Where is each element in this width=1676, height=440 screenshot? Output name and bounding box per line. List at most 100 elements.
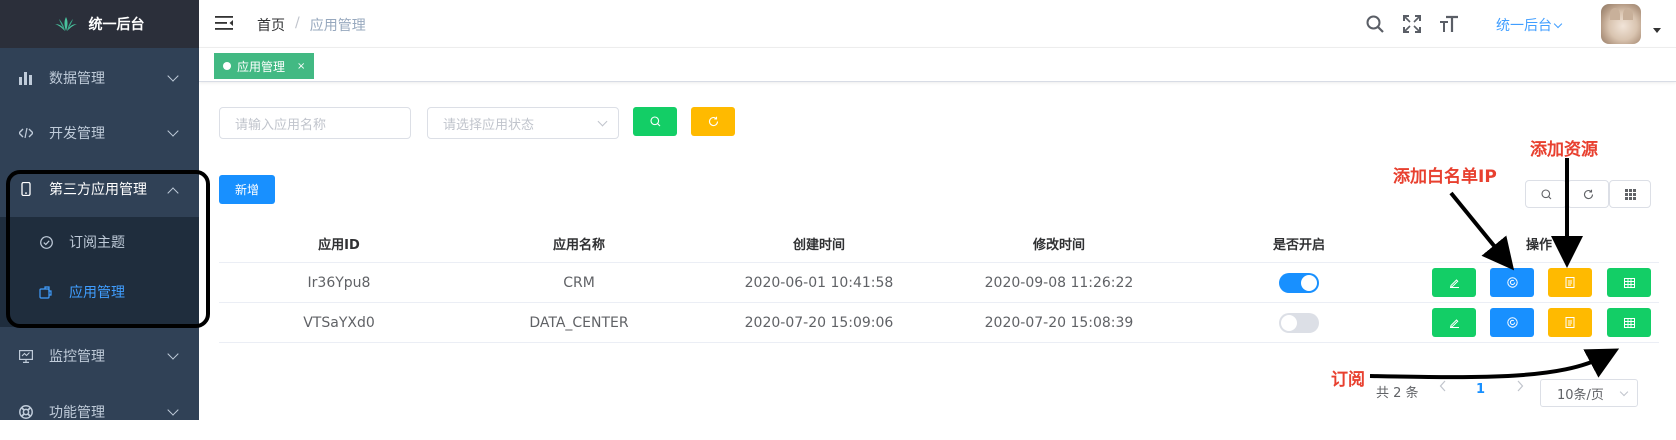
app-status-select[interactable]: 请选择应用状态: [427, 107, 619, 139]
chevron-down-icon: [167, 125, 179, 137]
search-icon[interactable]: [1365, 14, 1385, 34]
edit-icon: [1449, 319, 1459, 328]
breadcrumb: 首页 / 应用管理: [257, 15, 366, 35]
avatar[interactable]: [1601, 4, 1641, 44]
subscribe-button[interactable]: [1607, 268, 1651, 297]
tag-app-management[interactable]: 应用管理 ×: [214, 53, 315, 79]
chevron-down-icon: [167, 348, 179, 360]
lifebuoy-icon: [18, 404, 34, 420]
document-icon: [1565, 277, 1575, 288]
column-header: 修改时间: [1032, 237, 1085, 253]
breadcrumb-home[interactable]: 首页: [257, 15, 285, 35]
monitor-icon: [18, 348, 34, 364]
search-icon: [649, 116, 660, 127]
sidebar-item-monitor-management[interactable]: 监控管理: [0, 328, 199, 384]
refresh-circle-icon: [1506, 277, 1518, 288]
sidebar-item-feature-management[interactable]: 功能管理: [0, 384, 199, 440]
app-name-placeholder: 请输入应用名称: [235, 117, 327, 133]
pagination-total: 共 2 条: [1376, 386, 1419, 401]
subscribe-button[interactable]: [1607, 308, 1651, 337]
column-header: 应用ID: [318, 237, 360, 253]
add-resource-button[interactable]: [1548, 308, 1592, 337]
hamburger-icon[interactable]: [215, 15, 233, 31]
page-size-value: 10条/页: [1557, 387, 1604, 403]
enabled-switch[interactable]: [1279, 273, 1319, 293]
modified-time-cell: 2020-09-08 11:26:22: [984, 275, 1134, 291]
search-button[interactable]: [633, 107, 677, 136]
edit-button[interactable]: [1432, 308, 1476, 337]
navbar: 首页 / 应用管理 统一后台: [199, 0, 1676, 48]
app-id-cell: VTSaYXd0: [303, 315, 375, 331]
table-header: 应用ID 应用名称 创建时间 修改时间 是否开启 操作: [219, 223, 1659, 263]
code-icon: [18, 125, 34, 141]
chevron-down-icon: [1619, 387, 1629, 397]
pagination-current-page[interactable]: 1: [1476, 382, 1485, 397]
bar-chart-icon: [18, 70, 34, 86]
font-size-icon[interactable]: [1439, 14, 1459, 34]
refresh-circle-icon: [1506, 317, 1518, 328]
app-name-input[interactable]: 请输入应用名称: [219, 107, 411, 139]
app-status-placeholder: 请选择应用状态: [443, 117, 535, 133]
edit-button[interactable]: [1432, 268, 1476, 297]
highlight-annotation-box: [6, 170, 210, 328]
breadcrumb-separator: /: [295, 15, 300, 31]
column-header: 创建时间: [792, 237, 845, 253]
edit-icon: [1449, 279, 1459, 288]
page-size-select[interactable]: 10条/页: [1540, 379, 1638, 407]
grid-icon: [1624, 188, 1636, 200]
sidebar-item-label: 开发管理: [49, 126, 105, 142]
refresh-icon: [1583, 189, 1593, 199]
refresh-button[interactable]: [1567, 180, 1609, 208]
prev-page-icon[interactable]: [1439, 380, 1447, 396]
toggle-search-button[interactable]: [1525, 180, 1567, 208]
tag-label: 应用管理: [237, 59, 286, 74]
refresh-icon: [708, 116, 718, 127]
table-grid-icon: [1623, 277, 1635, 288]
sidebar-item-data-management[interactable]: 数据管理: [0, 50, 199, 106]
caret-down-icon[interactable]: [1653, 28, 1661, 33]
table-row: Ir36Ypu8 CRM 2020-06-01 10:41:58 2020-09…: [219, 263, 1659, 303]
add-resource-button[interactable]: [1548, 268, 1592, 297]
document-icon: [1565, 317, 1575, 328]
tags-view: 应用管理 ×: [199, 48, 1676, 82]
system-switcher[interactable]: 统一后台: [1496, 15, 1563, 35]
add-button-label: 新增: [234, 183, 259, 197]
search-icon: [1540, 188, 1551, 199]
logo[interactable]: 统一后台: [0, 0, 199, 48]
enabled-cell: [1179, 263, 1419, 303]
chevron-down-icon: [1553, 19, 1563, 29]
annotation-resource: 添加资源: [1530, 140, 1598, 160]
app-name-cell: CRM: [563, 275, 595, 291]
sidebar-item-label: 功能管理: [49, 405, 105, 421]
active-dot-icon: [223, 62, 231, 70]
enabled-cell: [1179, 303, 1419, 343]
chevron-down-icon: [167, 70, 179, 82]
add-whitelist-ip-button[interactable]: [1490, 268, 1534, 297]
logo-text: 统一后台: [88, 17, 145, 33]
reset-button[interactable]: [691, 107, 735, 136]
main-content: 请输入应用名称 请选择应用状态 新增 应用ID 应用名称 创建时间 修改时间 是…: [199, 83, 1676, 420]
column-header: 是否开启: [1272, 237, 1325, 253]
chevron-down-icon: [167, 404, 179, 416]
fullscreen-icon[interactable]: [1402, 14, 1422, 34]
chevron-down-icon: [597, 116, 608, 127]
table-row: VTSaYXd0 DATA_CENTER 2020-07-20 15:09:06…: [219, 303, 1659, 343]
sidebar-item-dev-management[interactable]: 开发管理: [0, 105, 199, 161]
column-header: 应用名称: [552, 237, 605, 253]
logo-icon: [54, 17, 77, 31]
sidebar-item-label: 数据管理: [49, 71, 105, 87]
add-button[interactable]: 新增: [219, 175, 275, 204]
sidebar: 统一后台 数据管理 开发管理 第三方应用管理 订阅主题 应用管理 监控管理 功能…: [0, 0, 210, 421]
created-time-cell: 2020-06-01 10:41:58: [744, 275, 894, 291]
sidebar-item-label: 监控管理: [49, 349, 105, 365]
breadcrumb-current: 应用管理: [309, 18, 366, 34]
add-whitelist-ip-button[interactable]: [1490, 308, 1534, 337]
close-icon[interactable]: ×: [297, 61, 305, 72]
created-time-cell: 2020-07-20 15:09:06: [744, 315, 894, 331]
annotation-whitelist: 添加白名单IP: [1393, 167, 1497, 187]
app-name-cell: DATA_CENTER: [529, 315, 629, 331]
annotation-subscribe: 订阅: [1331, 370, 1365, 390]
columns-button[interactable]: [1609, 180, 1651, 208]
next-page-icon[interactable]: [1516, 380, 1524, 396]
enabled-switch[interactable]: [1279, 313, 1319, 333]
